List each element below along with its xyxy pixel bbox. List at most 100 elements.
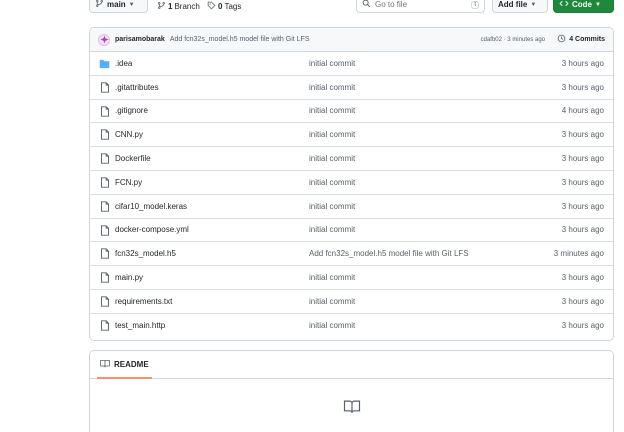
history-icon <box>557 34 566 45</box>
file-icon <box>99 272 110 283</box>
file-list: parisamobarak Add fcn32s_model.h5 model … <box>89 27 614 341</box>
file-name-link[interactable]: FCN.py <box>115 178 142 187</box>
file-icon <box>99 177 110 188</box>
file-commit-time: 3 hours ago <box>561 154 604 164</box>
code-label: Code <box>572 0 592 9</box>
readme-header: README <box>90 351 613 379</box>
git-branch-icon <box>95 0 104 10</box>
file-icon <box>99 201 110 212</box>
file-commit-time: 3 hours ago <box>561 225 604 235</box>
commit-message[interactable]: Add fcn32s_model.h5 model file with Git … <box>170 36 310 43</box>
file-row[interactable]: fcn32s_model.h5 Add fcn32s_model.h5 model… <box>90 242 613 267</box>
add-file-label: Add file <box>498 0 528 9</box>
file-commit-time: 3 hours ago <box>561 273 604 283</box>
file-icon <box>99 82 110 93</box>
file-commit-time: 3 hours ago <box>561 321 604 331</box>
branches-count: 1 <box>168 2 173 11</box>
code-icon <box>559 0 569 10</box>
file-row[interactable]: main.py initial commit 3 hours ago <box>90 266 613 290</box>
code-button[interactable]: Code ▼ <box>553 0 614 13</box>
file-commit-message-link[interactable]: initial commit <box>309 321 355 330</box>
file-name-link[interactable]: requirements.txt <box>115 297 172 306</box>
file-commit-time: 3 minutes ago <box>553 249 604 259</box>
tags-link[interactable]: 0 Tags <box>207 1 241 12</box>
readme-panel: README <box>89 350 614 432</box>
file-commit-message-link[interactable]: initial commit <box>309 83 355 92</box>
keyboard-shortcut-hint: t <box>471 0 479 9</box>
tags-count: 0 <box>218 2 223 11</box>
avatar[interactable] <box>98 33 110 46</box>
file-rows: .idea initial commit 3 hours ago .gitattrib… <box>90 52 613 338</box>
branches-link[interactable]: 1 Branch <box>157 1 200 12</box>
file-commit-message-link[interactable]: initial commit <box>309 178 355 187</box>
file-icon <box>99 153 110 164</box>
git-branch-icon <box>157 1 166 12</box>
branches-label: Branch <box>174 2 200 11</box>
file-row[interactable]: test_main.http initial commit 3 hours ago <box>90 314 613 338</box>
file-commit-time: 3 hours ago <box>561 296 604 306</box>
file-icon <box>99 224 110 236</box>
file-name-link[interactable]: fcn32s_model.h5 <box>115 249 176 258</box>
file-row[interactable]: FCN.py initial commit 3 hours ago <box>90 171 613 195</box>
file-commit-message-link[interactable]: initial commit <box>309 273 355 282</box>
file-icon <box>99 105 110 117</box>
file-name-link[interactable]: test_main.http <box>115 321 165 330</box>
file-commit-time: 4 hours ago <box>561 106 604 116</box>
file-commit-message-link[interactable]: initial commit <box>309 130 355 139</box>
file-row[interactable]: .idea initial commit 3 hours ago <box>90 52 613 76</box>
file-name-link[interactable]: main.py <box>115 273 143 282</box>
commit-meta[interactable]: cdafb02 · 3 minutes ago <box>481 37 545 43</box>
file-icon <box>99 129 110 141</box>
tag-icon <box>207 1 216 12</box>
file-commit-time: 3 hours ago <box>561 177 604 187</box>
go-to-file-search[interactable]: t <box>356 0 485 13</box>
tags-label: Tags <box>224 2 242 11</box>
file-commit-time: 3 hours ago <box>561 82 604 92</box>
file-commit-message-link[interactable]: initial commit <box>309 106 355 115</box>
search-icon <box>362 0 371 10</box>
file-name-link[interactable]: Dockerfile <box>115 154 151 163</box>
add-file-button[interactable]: Add file ▼ <box>492 0 548 13</box>
file-row[interactable]: requirements.txt initial commit 3 hours ag… <box>90 289 613 314</box>
branch-label: main <box>107 0 126 9</box>
chevron-down-icon: ▼ <box>595 1 601 8</box>
readme-body <box>90 379 613 432</box>
latest-commit-bar: parisamobarak Add fcn32s_model.h5 model … <box>90 28 613 52</box>
readme-tab-label: README <box>114 359 149 369</box>
commits-count-label: 4 Commits <box>569 36 605 43</box>
file-commit-message-link[interactable]: initial commit <box>309 202 355 211</box>
folder-icon <box>99 58 110 69</box>
tab-readme[interactable]: README <box>97 351 152 379</box>
file-name-link[interactable]: cifar10_model.keras <box>115 202 187 211</box>
file-commit-message-link[interactable]: initial commit <box>309 59 355 68</box>
commit-author[interactable]: parisamobarak <box>115 36 165 43</box>
file-commit-message-link[interactable]: initial commit <box>309 154 355 163</box>
file-row[interactable]: Dockerfile initial commit 3 hours ago <box>90 147 613 171</box>
file-row[interactable]: cifar10_model.keras initial commit 3 hours… <box>90 194 613 219</box>
book-icon <box>343 399 361 432</box>
file-row[interactable]: .gitattributes initial commit 3 hours ago <box>90 76 613 100</box>
book-icon <box>100 359 110 370</box>
file-row[interactable]: docker-compose.yml initial commit 3 hours … <box>90 219 613 243</box>
chevron-down-icon: ▼ <box>530 1 537 8</box>
file-commit-time: 3 hours ago <box>561 130 604 140</box>
file-row[interactable]: CNN.py initial commit 3 hours ago <box>90 123 613 148</box>
file-commit-time: 3 hours ago <box>561 58 604 68</box>
file-name-link[interactable]: docker-compose.yml <box>115 225 189 234</box>
file-commit-message-link[interactable]: Add fcn32s_model.h5 model file with Git … <box>309 249 469 258</box>
file-icon <box>99 248 110 260</box>
file-icon <box>99 320 110 331</box>
repo-toolbar: main ▼ 1 Branch 0 Tags t Add file ▼ Code… <box>89 0 614 14</box>
file-commit-message-link[interactable]: initial commit <box>309 297 355 306</box>
search-input[interactable] <box>375 0 465 9</box>
file-commit-message-link[interactable]: initial commit <box>309 225 355 234</box>
file-name-link[interactable]: .gitignore <box>115 106 148 115</box>
file-row[interactable]: .gitignore initial commit 4 hours ago <box>90 99 613 124</box>
file-name-link[interactable]: CNN.py <box>115 130 143 139</box>
file-name-link[interactable]: .gitattributes <box>115 83 159 92</box>
file-icon <box>99 296 110 307</box>
branch-selector-button[interactable]: main ▼ <box>89 0 148 13</box>
file-name-link[interactable]: .idea <box>115 59 132 68</box>
commits-history-link[interactable]: 4 Commits <box>557 34 605 45</box>
file-commit-time: 3 hours ago <box>561 201 604 211</box>
